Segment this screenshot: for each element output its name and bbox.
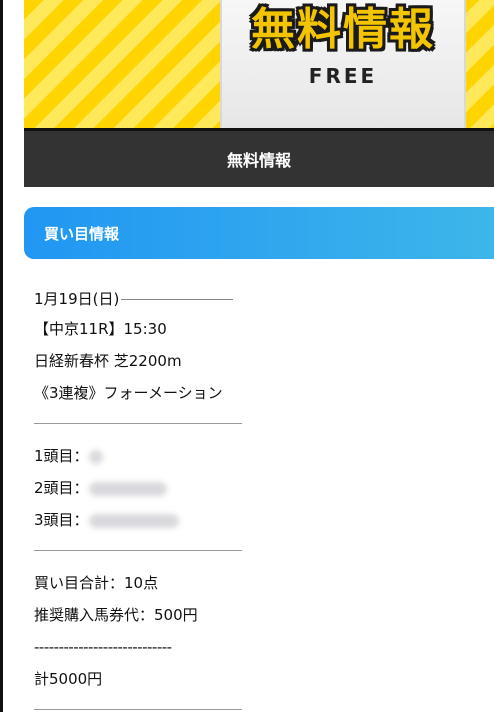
race-date-row: 1月19日(日) bbox=[34, 283, 244, 315]
page-left-border bbox=[0, 0, 3, 712]
pick-label-2: 2頭目： bbox=[34, 479, 89, 497]
pick-row-1: 1頭目： bbox=[34, 442, 244, 474]
hidden-pick-1 bbox=[88, 449, 103, 464]
pick-row-2: 2頭目： bbox=[34, 474, 244, 506]
date-rule bbox=[121, 298, 234, 300]
picks-content: 1月19日(日) 【中京11R】15:30 日経新春杯 芝2200m 《3連複》… bbox=[34, 283, 244, 710]
race-name: 日経新春杯 芝2200m bbox=[34, 352, 182, 370]
free-info-banner[interactable]: 無料情報 FREE bbox=[24, 0, 494, 130]
divider bbox=[34, 709, 242, 710]
pick-label-1: 1頭目： bbox=[34, 447, 89, 465]
banner-subtitle: FREE bbox=[308, 64, 378, 88]
banner-caption: 無料情報 bbox=[24, 131, 494, 187]
dash-separator: ---------------------------- bbox=[34, 638, 172, 656]
total-points: 買い目合計：10点 bbox=[34, 574, 159, 592]
banner-title: 無料情報 bbox=[251, 4, 435, 55]
section-header: 買い目情報 bbox=[24, 207, 494, 259]
banner-card: 無料情報 FREE bbox=[220, 0, 466, 128]
race-date: 1月19日(日) bbox=[34, 290, 120, 308]
pick-row-3: 3頭目： bbox=[34, 506, 244, 538]
race-venue-time: 【中京11R】15:30 bbox=[34, 320, 167, 338]
pick-label-3: 3頭目： bbox=[34, 511, 89, 529]
section-title: 買い目情報 bbox=[44, 224, 120, 243]
hidden-pick-2 bbox=[88, 481, 167, 496]
recommended-amount: 推奨購入馬券代：500円 bbox=[34, 606, 198, 624]
bet-type: 《3連複》フォーメーション bbox=[34, 384, 223, 402]
hidden-pick-3 bbox=[88, 513, 179, 528]
total-amount: 計5000円 bbox=[34, 670, 103, 688]
